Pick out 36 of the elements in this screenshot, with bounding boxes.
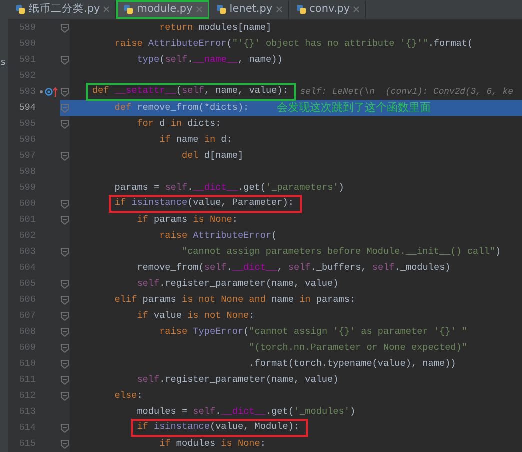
code-line: raise AttributeError( [160,229,278,243]
python-file-icon [216,4,227,15]
file-tab[interactable]: conv.py [288,0,366,19]
python-file-icon [296,4,307,15]
code-line: params = self.__dict__.get('_parameters') [114,181,344,195]
code-line: raise TypeError("cannot assign '{}' as parameter '{}' " [160,325,468,339]
close-icon [103,6,110,13]
code-line: elif params is not None and name in params: [114,293,356,307]
code-line: raise AttributeError("'{}' object has no attribute '{}'".format( [114,37,474,51]
code-line: "cannot assign parameters before Module.__init__() call") [182,245,502,259]
code-line: def remove_from(*dicts): [114,101,250,115]
code-line: remove_from(self.__dict__, self._buffers, self._modules) [137,261,451,275]
code-line: self.register_parameter(name, value) [137,373,339,387]
code-line: "(torch.nn.Parameter or None expected)" [249,341,468,355]
code-line: for d in dicts: [137,117,222,131]
annotation-text: 会发现这次跳到了这个函数里面 [277,100,432,116]
code-line: else: [114,389,143,403]
close-icon [276,6,283,13]
line-number: 594 [18,101,37,115]
sidebar-label: s [1,57,7,69]
code-line: if value is not None: [137,309,255,323]
code-line: if name in d: [160,133,232,147]
code-line: self.register_parameter(name, value) [137,277,339,291]
code-line: type(self.__name__, name)) [137,53,283,67]
code-line: if params is None: [137,213,238,227]
code-line: return modules[name] [160,21,272,35]
python-file-icon [123,4,134,15]
code-line: modules = self.__dict__.get('_modules') [137,405,356,419]
code-line: if modules is None: [160,437,266,451]
code-line: .format(torch.typename(value), name)) [249,357,456,371]
close-icon [353,6,360,13]
code-line: del d[name] [182,149,244,163]
inline-hint: self: LeNet(\n (conv1): Conv2d(3, 6, ke [300,86,514,99]
file-tab[interactable]: module.py [116,0,209,19]
python-file-icon [15,4,26,15]
close-icon [196,6,203,13]
